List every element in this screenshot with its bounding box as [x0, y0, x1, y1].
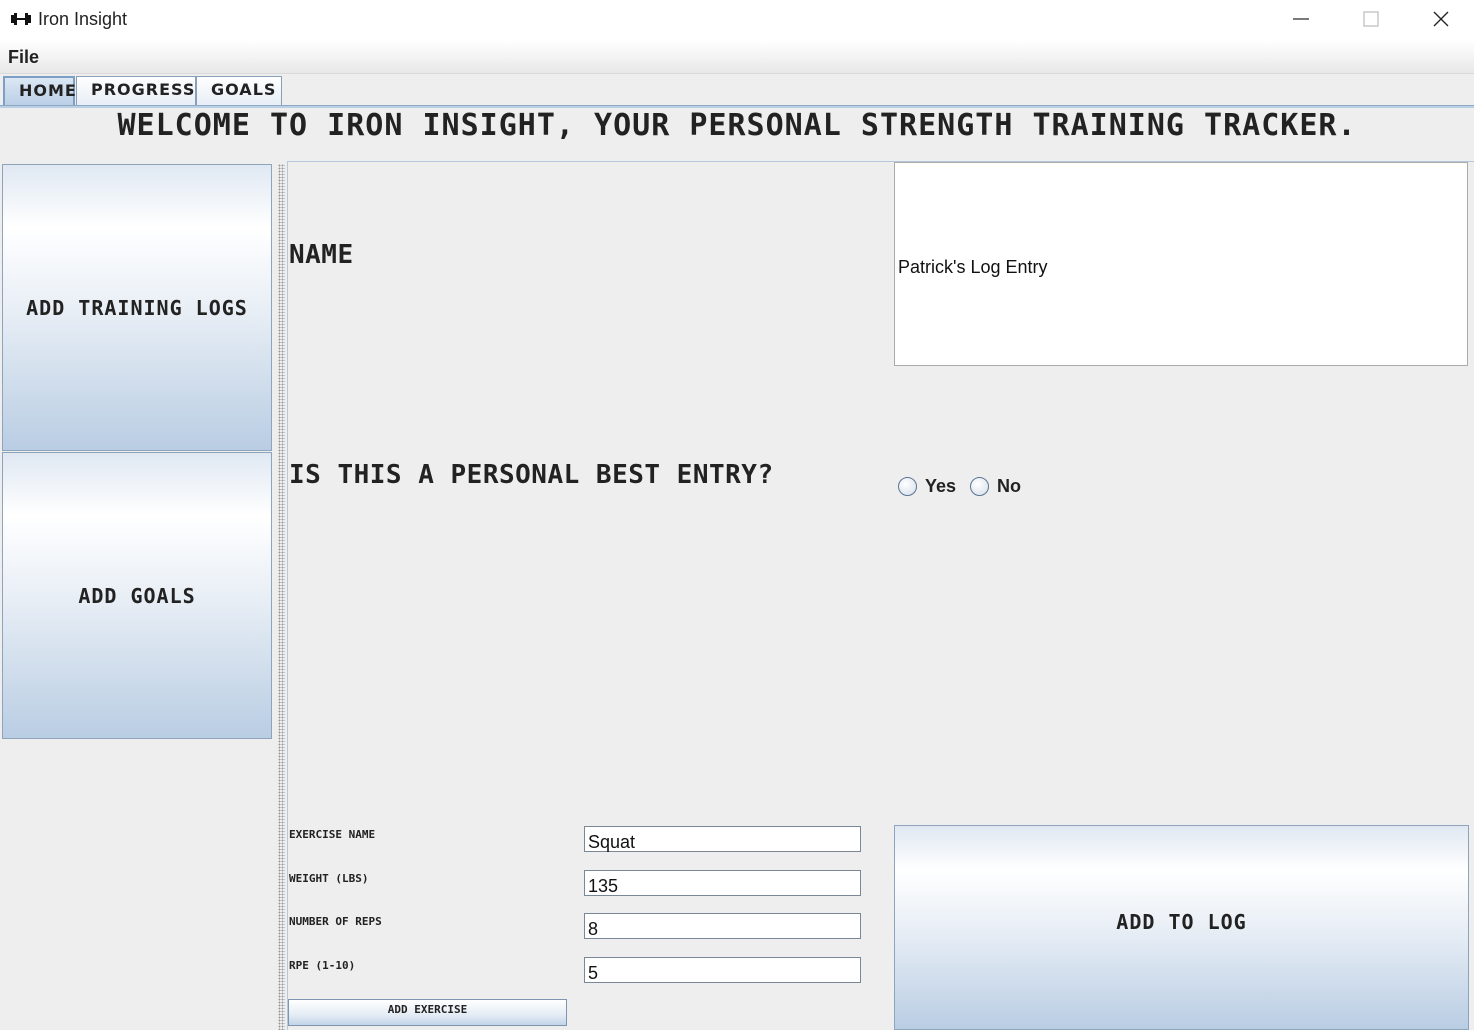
radio-no[interactable] — [970, 476, 990, 496]
name-label: Name — [289, 240, 354, 270]
close-button[interactable] — [1406, 0, 1474, 40]
exercise-name-field[interactable]: Squat — [584, 826, 861, 852]
personal-best-label: Is this a personal best entry? — [289, 460, 774, 490]
reps-label: Number of reps — [289, 915, 382, 928]
close-icon — [1433, 11, 1449, 27]
maximize-button[interactable] — [1336, 0, 1406, 40]
menu-bar: File — [0, 40, 1474, 74]
tab-goals[interactable]: GOALS — [196, 76, 282, 106]
weight-label: Weight (lbs) — [289, 872, 369, 885]
personal-best-radio-group: Yes No — [898, 474, 1035, 498]
radio-no-label[interactable]: No — [997, 476, 1021, 497]
exercise-name-label: Exercise Name — [289, 828, 376, 841]
add-training-logs-button[interactable]: Add Training Logs — [2, 164, 272, 451]
minimize-button[interactable] — [1266, 0, 1336, 40]
menu-file[interactable]: File — [8, 47, 39, 68]
split-pane-divider[interactable] — [278, 164, 285, 1030]
maximize-icon — [1363, 11, 1379, 27]
radio-yes-label[interactable]: Yes — [925, 476, 956, 497]
radio-yes[interactable] — [898, 476, 917, 496]
name-text-area[interactable]: Patrick's Log Entry — [894, 162, 1468, 366]
dumbbell-icon — [10, 9, 32, 29]
add-exercise-button[interactable]: Add Exercise — [288, 999, 567, 1026]
add-goals-button[interactable]: Add Goals — [2, 452, 272, 739]
reps-field[interactable]: 8 — [584, 913, 861, 939]
minimize-icon — [1293, 18, 1309, 20]
tab-progress[interactable]: PROGRESS — [76, 76, 196, 106]
welcome-banner: Welcome to Iron Insight, your personal s… — [117, 108, 1357, 143]
tab-home[interactable]: HOME — [3, 76, 76, 106]
rpe-field[interactable]: 5 — [584, 957, 861, 983]
window-title: Iron Insight — [38, 9, 128, 29]
weight-field[interactable]: 135 — [584, 870, 861, 896]
name-value: Patrick's Log Entry — [898, 257, 1048, 277]
title-bar: Iron Insight — [0, 0, 1474, 40]
add-to-log-button[interactable]: Add to Log — [894, 825, 1469, 1030]
rpe-label: RPE (1-10) — [289, 959, 356, 972]
